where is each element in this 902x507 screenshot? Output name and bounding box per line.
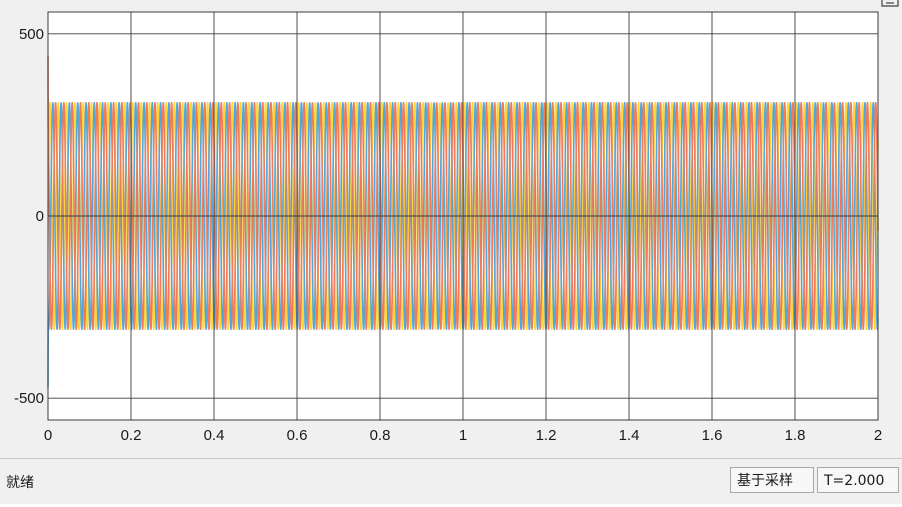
status-ready-text: 就绪 bbox=[6, 475, 34, 491]
x-tick-label: 1.4 bbox=[619, 427, 640, 444]
status-bar: 就绪 基于采样 T=2.000 bbox=[0, 458, 902, 504]
sample-mode-indicator[interactable]: 基于采样 bbox=[730, 467, 814, 493]
y-tick-label: 500 bbox=[19, 26, 44, 43]
y-tick-label: 0 bbox=[36, 208, 44, 225]
scope-plot[interactable]: 0 0.2 0.4 0.6 0.8 1 1.2 1.4 1.6 1.8 2 -500 0 500 bbox=[0, 0, 902, 458]
x-tick-label: 2 bbox=[874, 427, 882, 444]
x-tick-label: 1.2 bbox=[536, 427, 557, 444]
x-tick-label: 1 bbox=[459, 427, 467, 444]
x-tick-label: 0.6 bbox=[287, 427, 308, 444]
x-tick-label: 1.6 bbox=[702, 427, 723, 444]
scope-window: 0 0.2 0.4 0.6 0.8 1 1.2 1.4 1.6 1.8 2 -500 0 500 bbox=[0, 0, 902, 458]
expand-corner-icon[interactable] bbox=[880, 0, 900, 12]
x-tick-label: 0.4 bbox=[204, 427, 225, 444]
x-tick-label: 0 bbox=[44, 427, 52, 444]
x-tick-label: 0.8 bbox=[370, 427, 391, 444]
time-readout: T=2.000 bbox=[817, 467, 899, 493]
y-tick-label: -500 bbox=[14, 390, 44, 407]
x-tick-label: 0.2 bbox=[121, 427, 142, 444]
x-tick-label: 1.8 bbox=[785, 427, 806, 444]
